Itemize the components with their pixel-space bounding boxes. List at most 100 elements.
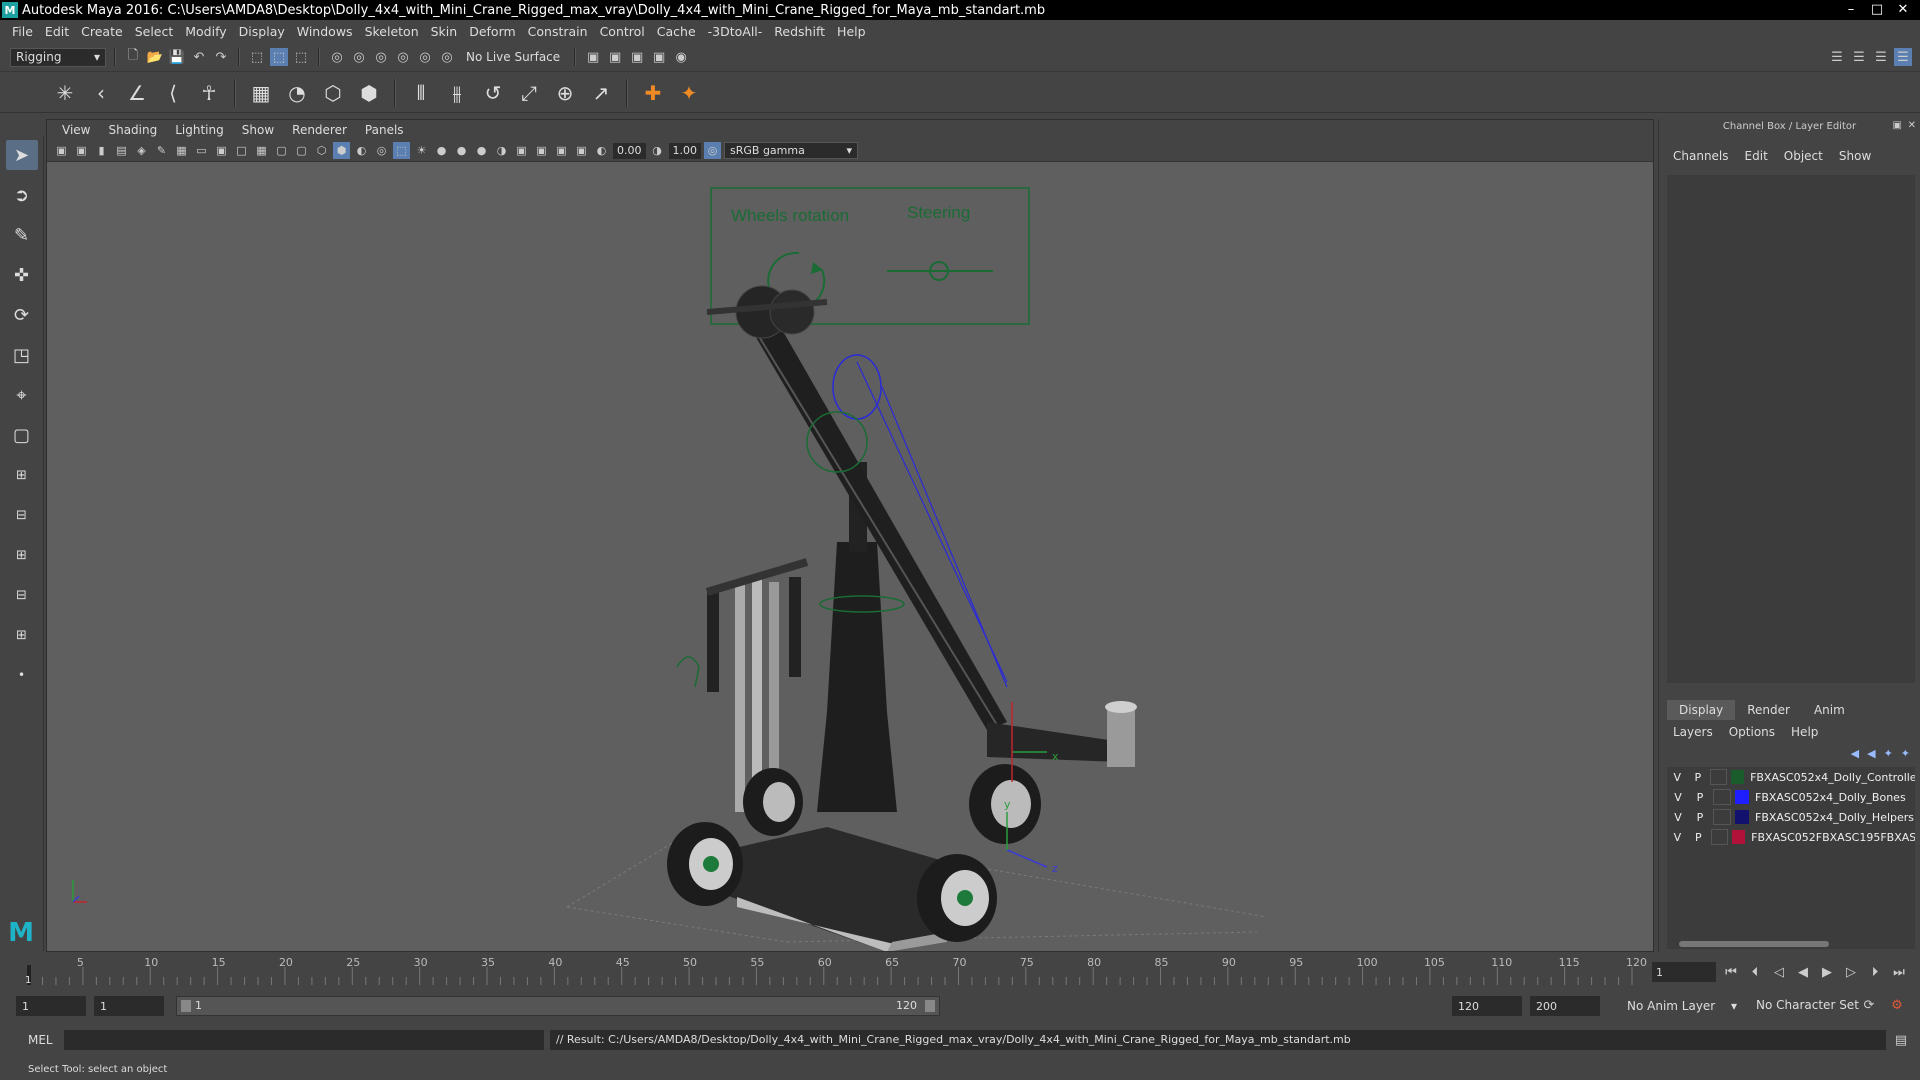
isolate-select-icon[interactable]: ▣ [513, 142, 530, 159]
layer-playback-toggle[interactable]: P [1688, 831, 1709, 844]
image-plane-icon[interactable]: ▤ [113, 142, 130, 159]
auto-key-icon[interactable]: ⟳ [1860, 996, 1878, 1014]
channel-box-menu-channels[interactable]: Channels [1673, 149, 1729, 163]
step-back-key-icon[interactable]: ◁ [1770, 963, 1788, 981]
playback-end-field[interactable]: 120 [1452, 996, 1522, 1016]
rotate-tool-icon[interactable]: ⟳ [6, 300, 38, 330]
scrollbar-thumb[interactable] [1679, 941, 1829, 947]
float-panel-icon[interactable]: ▣ [1893, 120, 1902, 131]
create-cluster-handle-icon[interactable]: ✦ [674, 78, 704, 108]
locator-icon[interactable]: ✚ [638, 78, 668, 108]
gamma-icon[interactable]: ◑ [649, 142, 666, 159]
xray-icon[interactable]: ▣ [533, 142, 550, 159]
snap-point-icon[interactable]: ◎ [372, 48, 390, 66]
persp-graph-icon[interactable]: ⊟ [6, 580, 38, 610]
layer-row[interactable]: V P FBXASC052FBXASC195FBXASC [1667, 827, 1915, 847]
ik-spline-icon[interactable]: ⟨ [158, 78, 188, 108]
paint-weights-icon[interactable]: ◔ [282, 78, 312, 108]
select-camera-icon[interactable]: ▣ [53, 142, 70, 159]
layer-display-type[interactable] [1713, 809, 1731, 825]
layer-menu-layers[interactable]: Layers [1673, 725, 1713, 739]
safe-action-icon[interactable]: ▢ [273, 142, 290, 159]
animation-start-field[interactable]: 1 [16, 996, 86, 1016]
menu-cache[interactable]: Cache [651, 24, 702, 39]
color-management-icon[interactable]: ◎ [704, 142, 721, 159]
anim-layer-dropdown[interactable]: No Anim Layer ▾ [1622, 996, 1742, 1015]
layer-visibility-toggle[interactable]: V [1667, 771, 1688, 784]
humanik-icon[interactable]: ☥ [194, 78, 224, 108]
time-slider[interactable]: 5 10 15 20 25 30 35 40 45 50 55 60 65 70 75 80 85 90 95 100… [22, 955, 1647, 985]
menu-control[interactable]: Control [594, 24, 651, 39]
shadows-icon[interactable]: ☀ [413, 142, 430, 159]
insert-joint-icon[interactable]: ‹ [86, 78, 116, 108]
step-back-frame-icon[interactable]: ⏴ [1746, 963, 1764, 981]
gamma-field[interactable]: 1.00 [668, 142, 701, 159]
orient-constraint-icon[interactable]: ↺ [478, 78, 508, 108]
play-forwards-icon[interactable]: ▶ [1818, 963, 1836, 981]
menu-edit[interactable]: Edit [39, 24, 75, 39]
four-view-icon[interactable]: ⊞ [6, 460, 38, 490]
snap-grid-icon[interactable]: ◎ [328, 48, 346, 66]
play-backwards-icon[interactable]: ◀ [1794, 963, 1812, 981]
undo-icon[interactable]: ↶ [190, 48, 208, 66]
attribute-editor-icon[interactable]: ☰ [1850, 48, 1868, 66]
snap-curve-icon[interactable]: ◎ [350, 48, 368, 66]
range-bar[interactable]: 1 120 [176, 996, 940, 1016]
script-editor-icon[interactable]: ▤ [1892, 1031, 1910, 1049]
screen-space-ao-icon[interactable]: ● [433, 142, 450, 159]
2d-pan-zoom-icon[interactable]: ◈ [133, 142, 150, 159]
layer-menu-options[interactable]: Options [1729, 725, 1775, 739]
menu-3dtoall[interactable]: -3DtoAll- [702, 24, 769, 39]
layer-color-swatch[interactable] [1731, 830, 1746, 844]
snap-vertex-icon[interactable]: ◎ [438, 48, 456, 66]
move-layer-down-icon[interactable]: ◀ [1867, 747, 1875, 760]
viewport-menu-panels[interactable]: Panels [356, 123, 413, 137]
ik-handle-icon[interactable]: ∠ [122, 78, 152, 108]
single-view-icon[interactable]: ▢ [6, 420, 38, 450]
depth-of-field-icon[interactable]: ◑ [493, 142, 510, 159]
layer-playback-toggle[interactable]: P [1689, 811, 1711, 824]
view-transform-dropdown[interactable]: sRGB gamma ▾ [724, 142, 858, 159]
select-hierarchy-icon[interactable]: ⬚ [248, 48, 266, 66]
film-gate-icon[interactable]: ▭ [193, 142, 210, 159]
menu-redshift[interactable]: Redshift [768, 24, 831, 39]
layer-display-type[interactable] [1710, 829, 1728, 845]
wireframe-on-shaded-icon[interactable]: ◐ [353, 142, 370, 159]
layer-display-type[interactable] [1710, 769, 1727, 785]
lasso-tool-icon[interactable]: ➲ [6, 180, 38, 210]
range-start-handle[interactable] [181, 1000, 191, 1012]
scale-constraint-icon[interactable]: ⤢ [514, 78, 544, 108]
layer-menu-help[interactable]: Help [1791, 725, 1818, 739]
menu-modify[interactable]: Modify [179, 24, 232, 39]
scene-view[interactable]: Wheels rotation Steering z y x [47, 162, 1653, 951]
menu-help[interactable]: Help [831, 24, 872, 39]
last-tool-icon[interactable]: ⌖ [6, 380, 38, 410]
channel-box-toggle-icon[interactable]: ☰ [1894, 48, 1912, 66]
go-to-start-icon[interactable]: ⏮ [1722, 963, 1740, 981]
close-icon[interactable]: ✕ [1890, 0, 1916, 18]
render-settings-icon[interactable]: ▣ [628, 48, 646, 66]
layer-visibility-toggle[interactable]: V [1667, 791, 1689, 804]
menu-deform[interactable]: Deform [463, 24, 521, 39]
menu-windows[interactable]: Windows [291, 24, 359, 39]
persp-viewport[interactable]: View Shading Lighting Show Renderer Pane… [46, 119, 1654, 952]
ipr-render-icon[interactable]: ▣ [606, 48, 624, 66]
range-end-handle[interactable] [925, 1000, 935, 1012]
bind-skin-icon[interactable]: ▦ [246, 78, 276, 108]
step-forward-key-icon[interactable]: ▷ [1842, 963, 1860, 981]
command-language-label[interactable]: MEL [28, 1033, 53, 1047]
layer-color-swatch[interactable] [1731, 770, 1745, 784]
wireframe-icon[interactable]: ⬡ [313, 142, 330, 159]
motion-blur-icon[interactable]: ● [453, 142, 470, 159]
parent-constraint-icon[interactable]: ⫴ [406, 78, 436, 108]
close-panel-icon[interactable]: ✕ [1908, 120, 1916, 131]
hypershade-icon[interactable]: ▣ [650, 48, 668, 66]
redo-icon[interactable]: ↷ [212, 48, 230, 66]
layer-visibility-toggle[interactable]: V [1667, 831, 1688, 844]
character-set-dropdown[interactable]: No Character Set [1756, 998, 1859, 1012]
field-chart-icon[interactable]: ▦ [253, 142, 270, 159]
save-scene-icon[interactable]: 💾 [168, 48, 186, 66]
menu-skin[interactable]: Skin [425, 24, 464, 39]
step-forward-frame-icon[interactable]: ⏵ [1866, 963, 1884, 981]
tool-settings-icon[interactable]: ☰ [1872, 48, 1890, 66]
